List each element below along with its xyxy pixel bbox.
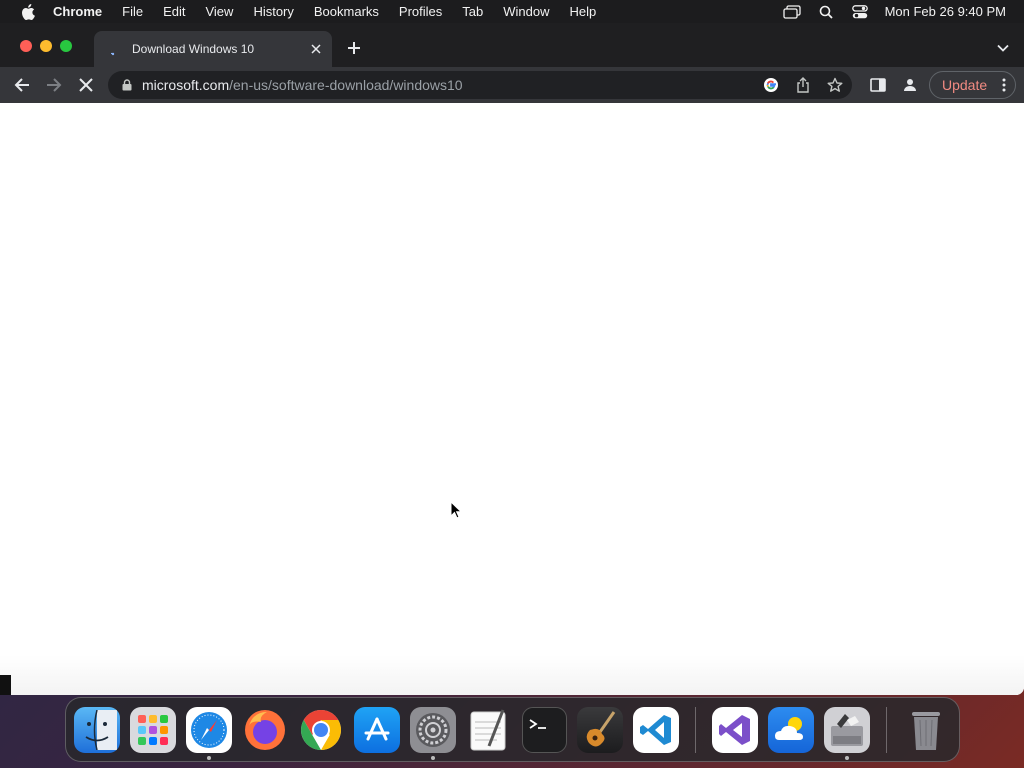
tab-search-chevron-down-icon[interactable] [994,39,1012,57]
menu-file[interactable]: File [122,4,143,19]
spotlight-search-icon[interactable] [817,5,835,19]
menu-tab[interactable]: Tab [462,4,483,19]
garageband-guitar-icon[interactable] [577,706,624,753]
url-host: microsoft.com [142,77,230,93]
url-path: /en-us/software-download/windows10 [229,77,463,93]
bookmark-star-icon[interactable] [824,74,846,96]
apple-menu-icon[interactable] [18,0,38,23]
more-vert-icon[interactable] [1001,78,1007,92]
side-panel-icon[interactable] [866,73,890,97]
menu-history[interactable]: History [253,4,293,19]
update-button-label: Update [942,77,988,93]
stop-loading-button[interactable] [74,73,98,97]
system-preferences-gear-icon[interactable] [409,706,456,753]
menu-app-name[interactable]: Chrome [53,4,102,19]
lock-icon[interactable] [120,78,134,92]
terminal-icon[interactable] [521,706,568,753]
tab-title: Download Windows 10 [132,42,255,56]
browser-toolbar: microsoft.com/en-us/software-download/wi… [0,67,1024,103]
menu-edit[interactable]: Edit [163,4,185,19]
system-preferences-running-indicator [430,755,435,760]
control-center-icon[interactable] [851,4,869,19]
macos-dock [65,697,960,762]
tab-loading-spinner-icon [110,43,122,56]
visual-studio-icon[interactable] [712,706,759,753]
mouse-pointer-icon [450,501,462,519]
menu-profiles[interactable]: Profiles [399,4,442,19]
launchpad-icon[interactable] [129,706,176,753]
textedit-icon[interactable] [466,707,512,753]
trash-icon[interactable] [903,707,949,753]
address-bar[interactable]: microsoft.com/en-us/software-download/wi… [108,71,852,99]
window-minimize-button[interactable] [40,40,52,52]
background-fragment [0,675,11,695]
window-zoom-button[interactable] [60,40,72,52]
update-button[interactable]: Update [929,71,1016,99]
boot-camp-running-indicator [845,755,850,760]
new-tab-button[interactable] [343,37,365,59]
screen-mirroring-icon[interactable] [782,4,801,19]
back-button[interactable] [10,73,34,97]
menu-bookmarks[interactable]: Bookmarks [314,4,379,19]
google-lens-icon[interactable] [760,74,782,96]
boot-camp-icon[interactable] [824,706,871,753]
vscode-icon[interactable] [633,706,680,753]
tab-active[interactable]: Download Windows 10 [94,31,332,67]
firefox-icon[interactable] [242,707,288,753]
menubar-clock[interactable]: Mon Feb 26 9:40 PM [885,4,1006,19]
safari-icon[interactable] [185,706,232,753]
tab-close-icon[interactable] [306,39,326,59]
safari-running-indicator [206,755,211,760]
url-text[interactable]: microsoft.com/en-us/software-download/wi… [142,77,463,93]
tab-strip: Download Windows 10 [0,23,1024,67]
chrome-icon[interactable] [298,707,344,753]
dock-separator-trash [886,706,888,753]
profile-avatar-icon[interactable] [898,73,922,97]
window-close-button[interactable] [20,40,32,52]
macos-menu-bar: Chrome File Edit View History Bookmarks … [0,0,1024,23]
menu-help[interactable]: Help [570,4,597,19]
forward-button[interactable] [42,73,66,97]
menu-window[interactable]: Window [503,4,549,19]
finder-icon[interactable] [74,706,120,753]
menu-view[interactable]: View [205,4,233,19]
dock-separator [695,706,697,753]
content-bottom-shadow [0,655,1024,695]
window-controls [20,40,72,52]
chrome-window: Download Windows 10 microsoft.com/en-us/… [0,23,1024,695]
share-icon[interactable] [792,74,814,96]
page-content-blank [0,103,1024,695]
app-store-icon[interactable] [353,706,400,753]
weather-icon[interactable] [768,706,815,753]
